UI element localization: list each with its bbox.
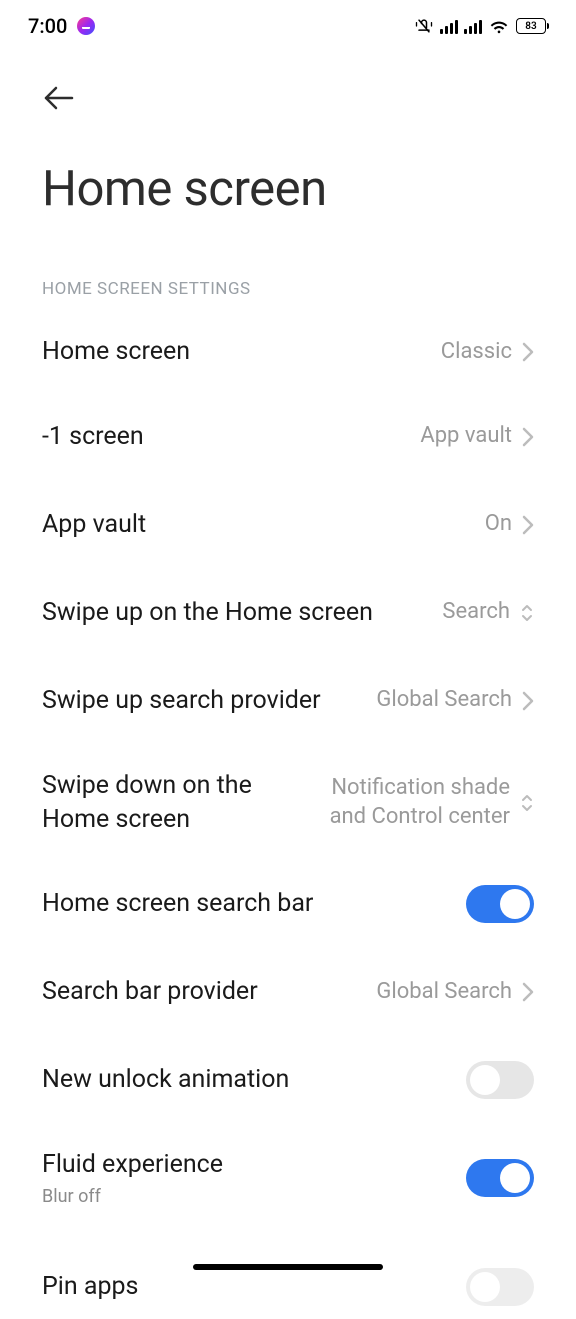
setting-label: App vault [42,508,485,542]
page-title: Home screen [0,112,576,217]
setting-home-search-bar[interactable]: Home screen search bar [42,860,534,948]
setting-app-vault[interactable]: App vault On [42,481,534,569]
up-down-selector-icon [520,792,534,814]
setting-label: Swipe down on the Home screen [42,769,290,837]
setting-label: Swipe up on the Home screen [42,596,442,630]
setting-label: Swipe up search provider [42,684,376,718]
setting-pin-apps[interactable]: Pin apps [42,1231,534,1319]
setting-value: Global Search [376,686,512,715]
signal-bars-icon [440,18,458,34]
setting-label: New unlock animation [42,1063,466,1097]
battery-icon: 83 [516,18,546,34]
setting-subtext: Blur off [42,1186,239,1207]
setting-label: Home screen [42,335,441,369]
toggle-switch[interactable] [466,1159,534,1197]
toggle-switch[interactable] [466,1061,534,1099]
status-time: 7:00 [28,14,67,38]
setting-search-bar-provider[interactable]: Search bar provider Global Search [42,948,534,1036]
signal-bars-icon-2 [464,18,482,34]
section-header: HOME SCREEN SETTINGS [0,217,576,299]
chevron-right-icon [522,691,534,711]
chevron-right-icon [522,427,534,447]
setting-swipe-up-provider[interactable]: Swipe up search provider Global Search [42,657,534,745]
chevron-right-icon [522,342,534,362]
setting-label: Home screen search bar [42,887,466,921]
setting-swipe-up[interactable]: Swipe up on the Home screen Search [42,569,534,657]
setting-unlock-animation[interactable]: New unlock animation [42,1036,534,1124]
wifi-icon [488,17,510,35]
status-bar: 7:00 83 [0,0,576,52]
setting-value: Classic [441,338,512,367]
vibrate-mute-icon [414,16,434,36]
setting-value: Global Search [376,978,512,1007]
setting-value: Notification shade and Control center [290,774,510,831]
back-button[interactable] [42,84,74,112]
toggle-switch[interactable] [466,885,534,923]
chevron-right-icon [522,515,534,535]
setting-value: App vault [420,422,512,451]
setting-label: Search bar provider [42,975,376,1009]
home-indicator[interactable] [193,1264,383,1270]
setting-minus1-screen[interactable]: -1 screen App vault [42,393,534,481]
setting-home-screen[interactable]: Home screen Classic [42,299,534,393]
messenger-notification-icon [77,17,95,35]
setting-value: On [485,510,512,539]
toggle-switch[interactable] [466,1268,534,1306]
chevron-right-icon [522,982,534,1002]
setting-label: -1 screen [42,420,420,454]
setting-label: Fluid experience [42,1148,239,1182]
setting-swipe-down[interactable]: Swipe down on the Home screen Notificati… [42,745,534,861]
setting-label: Pin apps [42,1270,466,1304]
setting-fluid-experience[interactable]: Fluid experience Blur off [42,1124,534,1231]
setting-value: Search [442,598,510,627]
up-down-selector-icon [520,602,534,624]
